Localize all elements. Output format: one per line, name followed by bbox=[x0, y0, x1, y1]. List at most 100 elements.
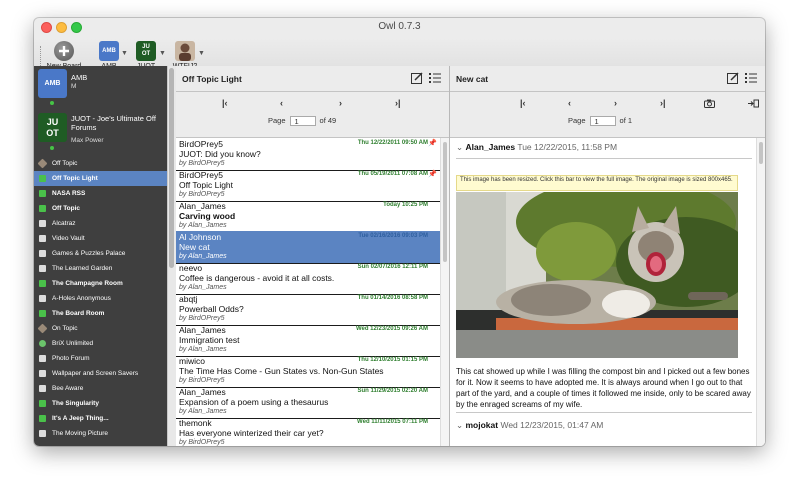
compose-icon[interactable] bbox=[411, 72, 423, 84]
list-options-icon[interactable] bbox=[429, 72, 441, 84]
thread-row[interactable]: miwico Thu 12/10/2015 01:15 PM The Time Ha… bbox=[176, 355, 440, 388]
sidebar-forum-item[interactable]: NASA RSS bbox=[34, 186, 167, 201]
sidebar-forum-item[interactable]: A-Holes Anonymous bbox=[34, 291, 167, 306]
online-status-icon bbox=[50, 146, 54, 150]
sidebar-forum-label: It's A Jeep Thing... bbox=[52, 415, 109, 422]
sidebar-forum-label: The Board Room bbox=[52, 310, 105, 317]
sidebar-forum-label: BriX Unlimited bbox=[52, 340, 94, 347]
last-page-button[interactable]: ›| bbox=[660, 98, 666, 108]
sidebar-forum-item[interactable]: The Singularity bbox=[34, 396, 167, 411]
account-amb-name: AMB bbox=[71, 73, 88, 82]
previous-page-button[interactable]: ‹ bbox=[568, 98, 571, 108]
previous-page-button[interactable]: ‹ bbox=[280, 98, 283, 108]
sidebar-forum-item[interactable]: Wallpaper and Screen Savers bbox=[34, 366, 167, 381]
sidebar-forum-item[interactable]: Off Topic bbox=[34, 156, 167, 171]
thread-author: neevo bbox=[179, 263, 203, 273]
thread-list-title: Off Topic Light bbox=[182, 74, 242, 84]
sidebar-forum-item[interactable]: The Moving Picture bbox=[34, 426, 167, 441]
sidebar-forum-label: Wallpaper and Screen Savers bbox=[52, 370, 139, 377]
thread-row[interactable]: Alan_James Today 10:25 PM Carving wood by A… bbox=[176, 200, 440, 233]
sidebar-forum-item[interactable]: Alcatraz bbox=[34, 216, 167, 231]
jump-to-unread-icon[interactable] bbox=[748, 99, 759, 110]
post-author[interactable]: mojokat bbox=[465, 420, 498, 430]
account-juot[interactable]: JU OT JUOT - Joe's Ultimate Off Forums M… bbox=[34, 110, 167, 152]
thread-list-header: Off Topic Light bbox=[176, 66, 449, 92]
close-window-button[interactable] bbox=[41, 22, 52, 33]
thread-date: Sun 02/07/2016 12:11 PM bbox=[357, 264, 428, 270]
thread-subject: New cat bbox=[179, 242, 210, 252]
sidebar-forum-label: NASA RSS bbox=[52, 190, 86, 197]
thread-subject: Off Topic Light bbox=[179, 180, 234, 190]
pin-icon: 📌 bbox=[428, 171, 437, 178]
sidebar-forum-item[interactable]: On Topic bbox=[34, 321, 167, 336]
next-page-button[interactable]: › bbox=[614, 98, 617, 108]
thread-list-scroll-thumb[interactable] bbox=[443, 142, 447, 262]
online-status-icon bbox=[50, 101, 54, 105]
thread-row[interactable]: abqtj Thu 01/14/2016 08:58 PM Powerball Od… bbox=[176, 293, 440, 326]
thread-date: Today 10:25 PM bbox=[383, 202, 428, 208]
thread-list-pane: Off Topic Light |‹ ‹ › ›| Page 1 of 49 Bir… bbox=[176, 66, 450, 446]
thread-list-scrollbar[interactable] bbox=[440, 138, 449, 446]
first-page-button[interactable]: |‹ bbox=[222, 98, 228, 108]
sidebar-forum-item[interactable]: It's A Jeep Thing... bbox=[34, 411, 167, 426]
sidebar-forum-item[interactable]: The Champagne Room bbox=[34, 276, 167, 291]
thread-row[interactable]: BirdOPrey5 Thu 12/22/2011 09:50 AM JUOT: D… bbox=[176, 138, 440, 171]
sidebar-forum-label: Video Vault bbox=[52, 235, 85, 242]
thread-subject: Expansion of a poem using a thesaurus bbox=[179, 397, 329, 407]
resized-image-banner[interactable]: This image has been resized. Click this … bbox=[456, 175, 738, 191]
thread-row[interactable]: Al Johnson Tue 02/16/2016 09:03 PM New cat… bbox=[176, 231, 440, 264]
avatar-icon bbox=[175, 41, 195, 61]
sidebar-scroll-thumb[interactable] bbox=[169, 68, 174, 268]
page-number-field[interactable]: 1 bbox=[289, 116, 316, 127]
sidebar-forum-item[interactable]: BriX Unlimited bbox=[34, 336, 167, 351]
sidebar-scrollbar[interactable] bbox=[167, 66, 176, 446]
chevron-down-icon[interactable]: ▼ bbox=[198, 50, 205, 57]
sidebar-forum-item[interactable]: The Learned Garden bbox=[34, 261, 167, 276]
thread-subject: Powerball Odds? bbox=[179, 304, 244, 314]
camera-icon[interactable] bbox=[704, 99, 715, 110]
sidebar-forum-label: Off Topic bbox=[52, 205, 81, 212]
thread-row[interactable]: BirdOPrey5 Thu 05/19/2011 07:08 AM Off Top… bbox=[176, 169, 440, 202]
post-author-line: ⌄ Alan_James Tue 12/22/2015, 11:58 PM bbox=[456, 142, 617, 153]
minimize-window-button[interactable] bbox=[56, 22, 67, 33]
app-window: Owl 0.7.3 New Board AMB AMB ▼ JU OT JUOT… bbox=[34, 18, 765, 446]
sidebar-forum-label: Games & Puzzles Palace bbox=[52, 250, 126, 257]
cat-photo[interactable] bbox=[456, 192, 738, 358]
thread-subject: Has everyone winterized their car yet? bbox=[179, 428, 324, 438]
page-number-field[interactable]: 1 bbox=[589, 116, 616, 127]
last-page-button[interactable]: ›| bbox=[395, 98, 401, 108]
thread-row[interactable]: neevo Sun 02/07/2016 12:11 PM Coffee is da… bbox=[176, 262, 440, 295]
sidebar-forum-item[interactable]: Off Topic Light bbox=[34, 171, 167, 186]
sidebar-forum-item[interactable]: Video Vault bbox=[34, 231, 167, 246]
sidebar-forum-item[interactable]: Photo Forum bbox=[34, 351, 167, 366]
post-author[interactable]: Alan_James bbox=[465, 142, 515, 152]
account-amb[interactable]: AMB AMB M bbox=[34, 66, 167, 108]
comment-icon bbox=[39, 205, 46, 212]
sidebar-forum-item[interactable]: The Board Room bbox=[34, 306, 167, 321]
thread-subject: The Time Has Come - Gun States vs. Non-G… bbox=[179, 366, 384, 376]
thread-author: miwico bbox=[179, 356, 205, 366]
chevron-down-icon[interactable]: ▼ bbox=[159, 50, 166, 57]
comment-icon bbox=[39, 370, 46, 377]
post-title: New cat bbox=[456, 74, 489, 84]
sidebar-forum-label: On Topic bbox=[52, 325, 78, 332]
post-scroll-thumb[interactable] bbox=[759, 142, 763, 164]
post-options-icon[interactable] bbox=[745, 72, 757, 84]
zoom-window-button[interactable] bbox=[71, 22, 82, 33]
thread-row[interactable]: Alan_James Wed 12/23/2015 09:26 AM Immigra… bbox=[176, 324, 440, 357]
post-scrollbar[interactable] bbox=[756, 138, 765, 446]
next-page-button[interactable]: › bbox=[339, 98, 342, 108]
reply-icon[interactable] bbox=[727, 72, 739, 84]
first-page-button[interactable]: |‹ bbox=[520, 98, 526, 108]
chevron-down-icon[interactable]: ▼ bbox=[121, 50, 128, 57]
thread-row[interactable]: Alan_James Sun 11/29/2015 02:20 AM Expansi… bbox=[176, 386, 440, 419]
sidebar-forum-item[interactable]: Games & Puzzles Palace bbox=[34, 246, 167, 261]
thread-row[interactable]: themonk Wed 11/11/2015 07:11 PM Has everyo… bbox=[176, 417, 440, 446]
thread-subject: JUOT: Did you know? bbox=[179, 149, 261, 159]
sidebar-forum-item[interactable]: Bee Aware bbox=[34, 381, 167, 396]
thread-date: Thu 05/19/2011 07:08 AM bbox=[357, 171, 428, 177]
sidebar-forum-item[interactable]: Off Topic bbox=[34, 201, 167, 216]
page-of-label: of bbox=[319, 116, 326, 125]
thread-date: Thu 12/22/2011 09:50 AM bbox=[357, 140, 428, 146]
plus-icon bbox=[54, 41, 74, 61]
